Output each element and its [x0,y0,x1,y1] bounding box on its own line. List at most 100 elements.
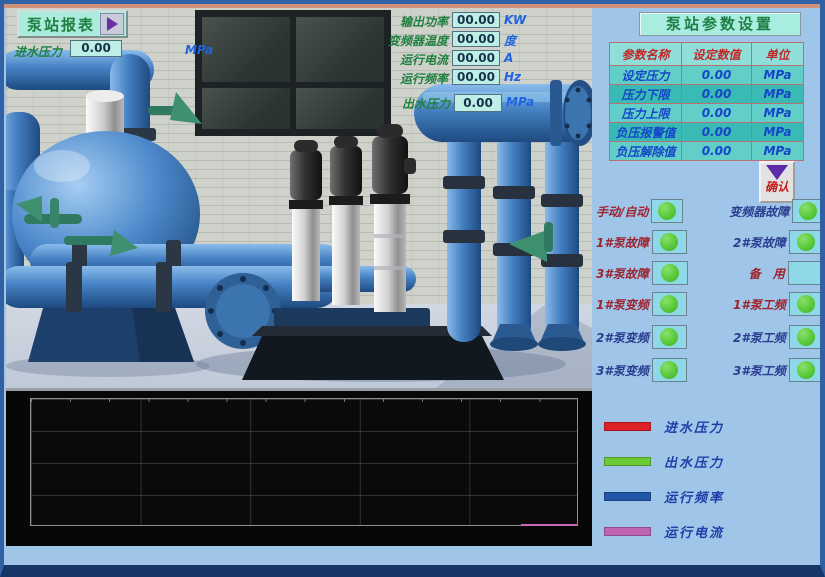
table-row: 负压解除值 0.00 MPa [610,142,804,161]
status-lamp [797,233,815,251]
indicator-label: 1#泵故障 [596,234,649,251]
indicator-label: 手动/自动 [596,203,648,220]
indicator-row: 2#泵变频 2#泵工频 [596,325,824,349]
indicator-label: 变频器故障 [729,203,789,220]
table-header-row: 参数名称 设定数值 单位 [610,43,804,66]
status-lamp [660,361,678,379]
param-name: 设定压力 [610,66,682,85]
legend-swatch-outlet [604,457,651,466]
col-set-value: 设定数值 [682,43,752,66]
param-name: 压力上限 [610,104,682,123]
col-param-name: 参数名称 [610,43,682,66]
param-value-field[interactable]: 0.00 [682,142,752,161]
play-icon-box [100,13,124,35]
indicator-label: 1#泵变频 [596,296,649,313]
parameter-panel: 泵站参数设置 参数名称 设定数值 单位 设定压力 0.00 MPa 压力下限 0… [596,12,824,566]
outlet-pressure-readout: 出水压力 0.00 MPa [374,94,564,110]
table-row: 负压报警值 0.00 MPa [610,123,804,142]
param-name: 压力下限 [610,85,682,104]
meter-label: 运行频率 [400,70,448,87]
param-unit: MPa [752,142,804,161]
param-unit: MPa [752,66,804,85]
legend-swatch-inlet [604,422,651,431]
legend-item: 运行电流 [604,524,724,538]
play-icon [107,17,118,31]
indicator-pump2-mains [789,325,824,349]
indicator-row: 1#泵故障 2#泵故障 [596,230,824,254]
meter-label: 输出功率 [400,13,448,30]
indicator-row: 3#泵故障 备 用 [596,261,824,285]
indicator-inverter-fault [792,199,824,223]
table-row: 压力下限 0.00 MPa [610,85,804,104]
inlet-pressure-readout: 进水压力 0.00 MPa [14,40,244,58]
indicator-pump1-vfd [652,292,687,316]
legend-label: 出水压力 [664,452,724,471]
outlet-pressure-label: 出水压力 [402,95,450,112]
param-unit: MPa [752,85,804,104]
meter-value: 00.00 [452,31,500,47]
indicator-label: 2#泵故障 [733,234,786,251]
indicator-manual-auto [651,199,683,223]
indicator-label: 3#泵工频 [733,362,786,379]
indicator-label: 备 用 [734,265,785,282]
indicator-pump1-fault [652,230,687,254]
legend-item: 出水压力 [604,454,724,468]
status-lamp [658,202,676,220]
run-current-readout: 运行电流 00.00 A [372,50,562,66]
indicator-label: 1#泵工频 [733,296,786,313]
pump-report-label: 泵站报表 [27,14,100,35]
pump-report-button[interactable]: 泵站报表 [17,10,128,38]
indicator-pump3-fault [652,261,688,285]
meter-unit: KW [504,13,532,27]
indicator-pump1-mains [789,292,824,316]
indicator-label: 2#泵变频 [596,329,649,346]
outlet-pressure-value: 0.00 [454,94,502,112]
trend-chart-area [6,388,592,546]
indicator-label: 2#泵工频 [733,329,786,346]
meter-unit: A [504,51,532,65]
param-unit: MPa [752,104,804,123]
legend-item: 运行频率 [604,489,724,503]
legend-swatch-frequency [604,492,651,501]
confirm-button[interactable]: 确认 [759,161,795,203]
legend-label: 运行电流 [664,522,724,541]
inlet-pressure-value: 0.00 [70,40,122,57]
indicator-pump3-vfd [652,358,687,382]
param-value-field[interactable]: 0.00 [682,123,752,142]
param-value-field[interactable]: 0.00 [682,66,752,85]
indicator-pump3-mains [789,358,824,382]
run-frequency-readout: 运行频率 00.00 Hz [372,69,562,85]
meter-label: 运行电流 [400,51,448,68]
status-lamp [799,202,817,220]
indicator-spare [788,261,824,285]
outlet-pressure-unit: MPa [506,95,534,109]
col-unit: 单位 [752,43,804,66]
param-value-field[interactable]: 0.00 [682,104,752,123]
inlet-pressure-label: 进水压力 [14,43,62,60]
indicator-row: 手动/自动 变频器故障 [596,199,824,223]
legend-label: 进水压力 [664,417,724,436]
param-name: 负压解除值 [610,142,682,161]
status-lamp [797,361,815,379]
parameter-table: 参数名称 设定数值 单位 设定压力 0.00 MPa 压力下限 0.00 MPa… [609,42,804,161]
table-row: 设定压力 0.00 MPa [610,66,804,85]
meter-value: 00.00 [452,50,500,66]
meter-unit: 度 [504,32,532,49]
indicator-pump2-fault [789,230,824,254]
param-name: 负压报警值 [610,123,682,142]
table-row: 压力上限 0.00 MPa [610,104,804,123]
param-value-field[interactable]: 0.00 [682,85,752,104]
legend-label: 运行频率 [664,487,724,506]
confirm-label: 确认 [761,180,793,194]
param-unit: MPa [752,123,804,142]
status-lamp [660,233,678,251]
trend-plot [30,398,578,526]
panel-title: 泵站参数设置 [639,12,801,36]
meter-value: 00.00 [452,12,500,28]
status-lamp [797,328,815,346]
indicator-pump2-vfd [652,325,687,349]
status-lamp [797,295,815,313]
meter-unit: Hz [504,70,532,84]
legend-swatch-current [604,527,651,536]
inverter-temp-readout: 变频器温度 00.00 度 [372,31,562,47]
